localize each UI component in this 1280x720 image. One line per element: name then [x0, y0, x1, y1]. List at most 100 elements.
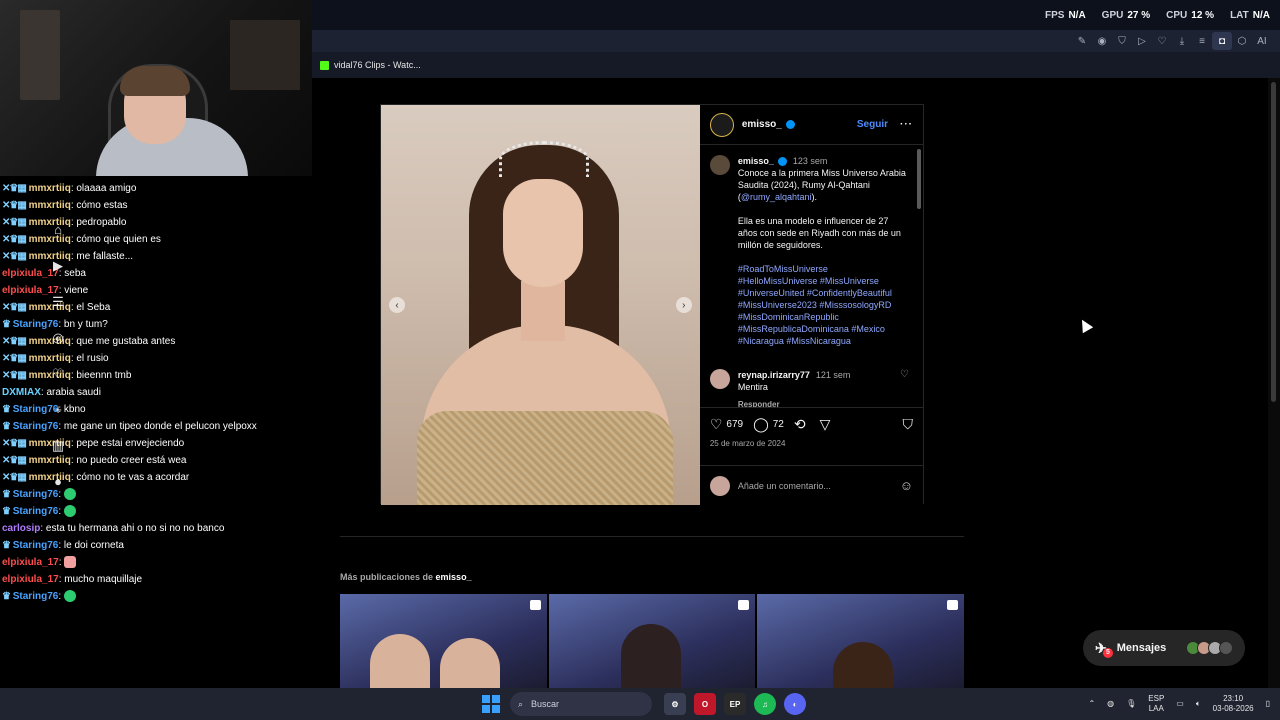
chat-badges: ✕♛▦: [2, 438, 27, 449]
plus-icon[interactable]: +: [50, 402, 66, 418]
chat-message: carlosip: esta tu hermana ahi o no si no…: [2, 523, 225, 534]
compass-icon[interactable]: ◎: [50, 330, 66, 346]
camera-icon[interactable]: ◉: [1092, 32, 1112, 50]
language-indicator[interactable]: ESP LAA: [1148, 694, 1164, 714]
caption-avatar[interactable]: [709, 155, 730, 175]
system-tray: ⌃ ◍ 🎙︎ ESP LAA ▭ 🔈︎ 23:10 03-08-2026 ▯: [1076, 688, 1270, 720]
scrollbar-thumb[interactable]: [1271, 82, 1276, 402]
video-icon[interactable]: ▶: [50, 258, 66, 274]
messages-badge: 5: [1103, 647, 1113, 658]
download-icon[interactable]: ⤓: [1172, 32, 1192, 50]
chevron-up-icon[interactable]: ⌃: [1088, 699, 1095, 709]
chat-message: DXMIAX: arabia saudi: [2, 387, 101, 398]
next-photo-button[interactable]: ›: [675, 297, 692, 313]
chart-icon[interactable]: ▥: [50, 438, 66, 454]
fps-stat: FPS N/A: [1044, 9, 1086, 21]
opera-gx-icon[interactable]: O: [694, 693, 716, 715]
author-avatar[interactable]: [709, 112, 734, 137]
overlay-side-icons: ⌂ ▶ ☰ ◎ ♡ + ▥ ●: [50, 222, 70, 510]
post-photo[interactable]: ‹ ›: [381, 105, 700, 505]
network-icon[interactable]: ▭: [1176, 699, 1184, 709]
like-button[interactable]: ♡ 679: [710, 416, 743, 433]
shield-icon[interactable]: ⛉: [1112, 32, 1132, 50]
repost-button[interactable]: ⟲: [794, 416, 810, 433]
chat-message: ✕♛▦ mmxrtiiq: cómo estas: [2, 200, 128, 211]
more-options-button[interactable]: ···: [900, 119, 913, 130]
settings-icon[interactable]: ⚙: [664, 693, 686, 715]
post-thumbnail[interactable]: [340, 594, 547, 688]
menu-icon[interactable]: ≡: [1192, 32, 1212, 50]
spotify-icon[interactable]: ♫: [754, 693, 776, 715]
chat-text: olaaaa amigo: [76, 183, 137, 194]
chat-badges: ♛: [2, 506, 11, 517]
chat-username[interactable]: DXMIAX: [2, 387, 41, 398]
previous-photo-button[interactable]: ‹: [389, 297, 405, 313]
current-user-avatar: [709, 475, 730, 496]
commenter-username[interactable]: reynap.irizarry77: [738, 370, 810, 380]
emoji-icon[interactable]: ☺: [900, 478, 913, 493]
tab-kick-clips[interactable]: vidal76 Clips - Watc...: [312, 54, 429, 76]
profile-icon[interactable]: ●: [50, 474, 66, 490]
clock[interactable]: 23:10 03-08-2026: [1213, 694, 1254, 714]
tab-strip: vidal76 Clips - Watc...: [312, 52, 1280, 78]
windows-start-icon[interactable]: [482, 695, 500, 713]
chat-username[interactable]: mmxrtiiq: [29, 200, 71, 211]
comment-button[interactable]: ◯ 72: [753, 416, 784, 433]
taskbar-search[interactable]: ⌕ Buscar: [510, 692, 652, 716]
chat-badges: ✕♛▦: [2, 217, 27, 228]
heart-icon[interactable]: ♡: [50, 366, 66, 382]
message-avatars: [1186, 641, 1233, 655]
more-posts-grid: [340, 594, 965, 688]
messages-button[interactable]: ✈ 5 Mensajes: [1083, 630, 1245, 666]
chat-username[interactable]: mmxrtiiq: [29, 183, 71, 194]
chat-message: ✕♛▦ mmxrtiiq: me fallaste...: [2, 251, 134, 262]
post-thumbnail[interactable]: [548, 594, 756, 688]
notification-icon[interactable]: ▯: [1266, 699, 1270, 709]
page-scrollbar[interactable]: [1268, 78, 1280, 688]
chat-username[interactable]: elpixiula_17: [2, 557, 59, 568]
save-button[interactable]: ⛉: [903, 416, 914, 433]
epic-games-icon[interactable]: EP: [724, 693, 746, 715]
post-thumbnail[interactable]: [757, 594, 965, 688]
more-posts-user[interactable]: emisso_: [436, 572, 472, 582]
chat-badges: ✕♛▦: [2, 336, 27, 347]
discord-icon[interactable]: ◐: [784, 693, 806, 715]
author-username[interactable]: emisso_: [742, 119, 782, 130]
microphone-icon[interactable]: 🎙︎: [1126, 699, 1136, 709]
caption-username[interactable]: emisso_: [738, 156, 774, 166]
comment-like-icon[interactable]: ♡: [900, 369, 909, 407]
edit-icon[interactable]: ✎: [1072, 32, 1092, 50]
antivirus-icon[interactable]: ◍: [1107, 699, 1114, 709]
caption-hashtags[interactable]: #RoadToMissUniverse #HelloMissUniverse #…: [738, 263, 909, 347]
chat-text: me fallaste...: [76, 251, 134, 262]
avatar: [1219, 641, 1233, 655]
follow-button[interactable]: Seguir: [857, 119, 888, 130]
extension-icon[interactable]: ⬡: [1232, 32, 1252, 50]
comment-input[interactable]: Añade un comentario...: [738, 481, 900, 491]
chat-username[interactable]: Staring76: [13, 591, 59, 602]
home-icon[interactable]: ⌂: [50, 222, 66, 238]
chat-badges: ♛: [2, 540, 11, 551]
chat-text: cómo no te vas a acordar: [76, 472, 190, 483]
chat-username[interactable]: elpixiula_17: [2, 574, 59, 585]
comments-section: emisso_ 123 sem Conoce a la primera Miss …: [700, 145, 923, 407]
commenter-avatar[interactable]: [709, 369, 730, 389]
chat-username[interactable]: carlosip: [2, 523, 40, 534]
chat-username[interactable]: Staring76: [13, 540, 59, 551]
play-icon[interactable]: ▷: [1132, 32, 1152, 50]
comments-scrollbar[interactable]: [917, 149, 921, 209]
heart-icon[interactable]: ♡: [1152, 32, 1172, 50]
volume-icon[interactable]: 🔈︎: [1196, 699, 1201, 709]
reply-button[interactable]: Responder: [738, 399, 894, 407]
verified-icon: [777, 157, 787, 167]
chat-message: ✕♛▦ mmxrtiiq: bieennn tmb: [2, 370, 132, 381]
caption-mention[interactable]: @rumy_alqahtani: [741, 192, 812, 202]
clock-time: 23:10: [1223, 694, 1244, 703]
list-icon[interactable]: ☰: [50, 294, 66, 310]
browser-toolbar: ✎ ◉ ⛉ ▷ ♡ ⤓ ≡ ◘ ⬡ AI: [312, 30, 1280, 52]
chat-text: mucho maquillaje: [64, 574, 143, 585]
caption: emisso_ 123 sem Conoce a la primera Miss …: [709, 155, 909, 359]
user-icon[interactable]: ◘: [1212, 32, 1232, 50]
share-button[interactable]: ▽: [820, 416, 835, 433]
ai-button[interactable]: AI: [1252, 32, 1272, 50]
